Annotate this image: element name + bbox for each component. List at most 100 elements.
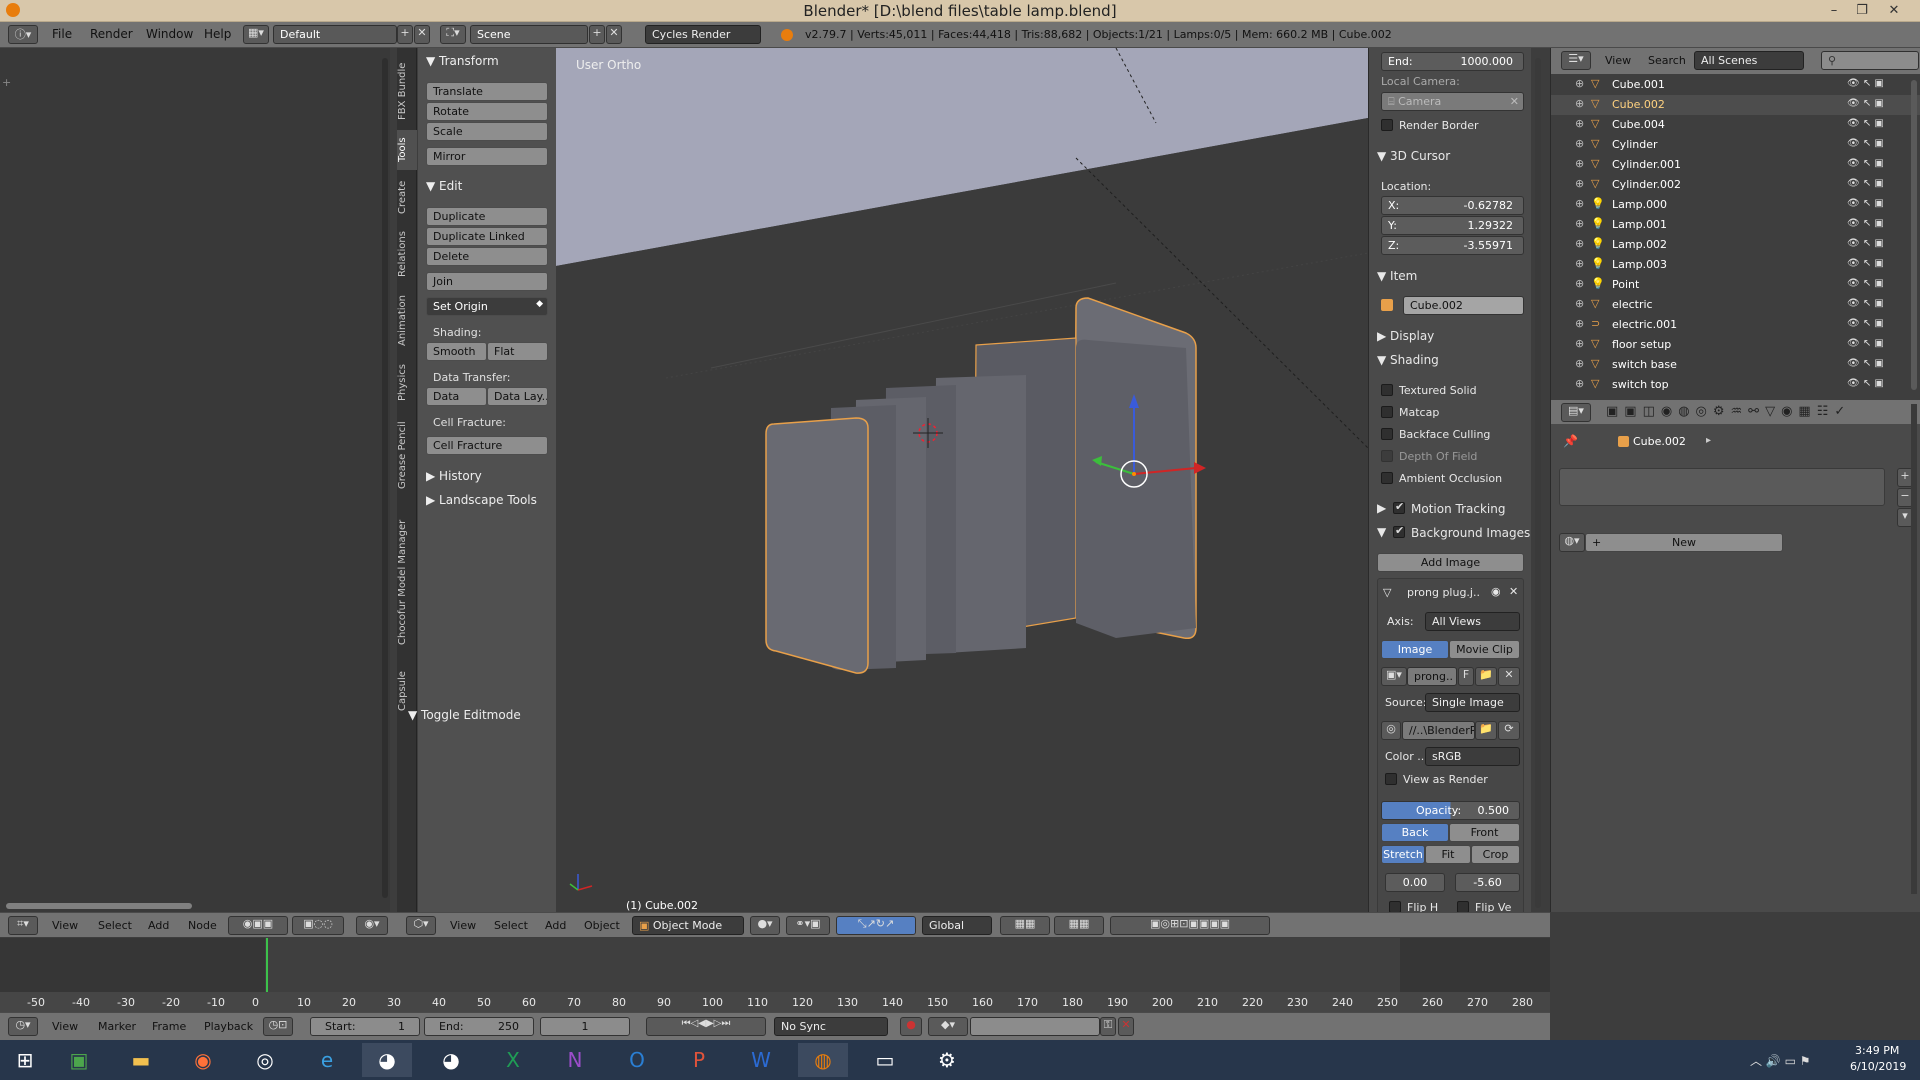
windows-start-icon[interactable]: ⊞ <box>0 1043 50 1077</box>
outliner-row[interactable]: ⊕ ▽ electric 👁 ↖ ▣ <box>1551 295 1920 315</box>
tab-physics[interactable]: Physics <box>397 358 417 408</box>
duplicate-linked-button[interactable]: Duplicate Linked <box>426 227 548 246</box>
node-shader-icons[interactable]: ▣◌◌ <box>292 916 344 935</box>
toggle-editmode-header[interactable]: ▼ Toggle Editmode <box>408 708 521 722</box>
node-view-menu[interactable]: View <box>52 919 78 932</box>
insert-key-icon[interactable]: ⚿ <box>1100 1017 1116 1036</box>
settings-icon[interactable]: ⚙ <box>922 1043 972 1077</box>
node-editor-type-icon[interactable]: ⌗▾ <box>8 916 38 935</box>
background-images-header[interactable]: ▼ <box>1377 525 1386 539</box>
region-toggle-icon[interactable]: + <box>2 76 11 89</box>
matcap-checkbox[interactable] <box>1381 406 1393 418</box>
outliner-item-name[interactable]: switch top <box>1612 378 1669 391</box>
open-image-icon[interactable]: 📁 <box>1475 667 1497 686</box>
expand-icon[interactable]: ⊕ <box>1575 177 1584 190</box>
landscape-tools-header[interactable]: ▶ Landscape Tools <box>426 493 537 507</box>
outliner-item-name[interactable]: Cube.001 <box>1612 78 1665 91</box>
layout-field[interactable]: Default <box>273 25 397 44</box>
image-collapse-icon[interactable]: ▽ <box>1383 586 1391 599</box>
pivot-point-icon[interactable]: ⚭▾▣ <box>786 916 830 935</box>
visibility-icons[interactable]: 👁 ↖ ▣ <box>1847 258 1884 269</box>
close-icon[interactable]: ✕ <box>1880 0 1908 22</box>
view3d-editor-type-icon[interactable]: ⬡▾ <box>406 916 436 935</box>
image-visibility-icon[interactable]: ◉ <box>1491 585 1501 598</box>
display-header[interactable]: ▶ Display <box>1377 329 1434 343</box>
node-editor-area[interactable]: + <box>0 48 390 912</box>
expand-icon[interactable]: ⊕ <box>1575 217 1584 230</box>
menu-help[interactable]: Help <box>204 27 231 41</box>
cursor-z-field[interactable]: Z: -3.55971 <box>1381 236 1524 255</box>
tab-grease-pencil[interactable]: Grease Pencil <box>397 412 417 498</box>
outliner-item-name[interactable]: electric <box>1612 298 1653 311</box>
scale-button[interactable]: Scale <box>426 122 548 141</box>
expand-icon[interactable]: ⊕ <box>1575 257 1584 270</box>
shading-header[interactable]: ▼ Shading <box>1377 353 1439 367</box>
outliner-row[interactable]: ⊕ ▽ Cylinder.001 👁 ↖ ▣ <box>1551 155 1920 175</box>
view3d-add-menu[interactable]: Add <box>545 919 566 932</box>
powerpoint-icon[interactable]: P <box>674 1043 724 1077</box>
menu-render[interactable]: Render <box>90 27 133 41</box>
outliner-row[interactable]: ⊕ 💡 Lamp.001 👁 ↖ ▣ <box>1551 215 1920 235</box>
item-name-field[interactable]: Cube.002 <box>1403 296 1524 315</box>
material-slot-list[interactable] <box>1559 468 1885 506</box>
outliner-item-name[interactable]: Lamp.002 <box>1612 238 1667 251</box>
expand-icon[interactable]: ⊕ <box>1575 77 1584 90</box>
cursor-y-field[interactable]: Y: 1.29322 <box>1381 216 1524 235</box>
history-header[interactable]: ▶ History <box>426 469 482 483</box>
axis-select[interactable]: All Views <box>1425 612 1520 631</box>
visibility-icons[interactable]: 👁 ↖ ▣ <box>1847 98 1884 109</box>
tab-relations[interactable]: Relations <box>397 224 417 284</box>
outliner-item-name[interactable]: Lamp.000 <box>1612 198 1667 211</box>
outliner-row[interactable]: ⊕ ⊃ electric.001 👁 ↖ ▣ <box>1551 315 1920 335</box>
outliner-item-name[interactable]: Cylinder.002 <box>1612 178 1681 191</box>
expand-icon[interactable]: ⊕ <box>1575 97 1584 110</box>
node-select-menu[interactable]: Select <box>98 919 132 932</box>
timeline[interactable]: -50 -40 -30 -20 -10 0 10 20 30 40 50 60 70 80 90 100 110… <box>0 938 1550 1012</box>
outliner-editor-icon[interactable]: ☰▾ <box>1561 51 1591 70</box>
node-type-icons[interactable]: ◉▣▣ <box>228 916 288 935</box>
expand-icon[interactable]: ⊕ <box>1575 377 1584 390</box>
current-frame-field[interactable]: 1 <box>540 1017 630 1036</box>
rotate-button[interactable]: Rotate <box>426 102 548 121</box>
opacity-slider[interactable]: Opacity: 0.500 <box>1381 801 1520 820</box>
cell-fracture-button[interactable]: Cell Fracture <box>426 436 548 455</box>
node-add-menu[interactable]: Add <box>148 919 169 932</box>
blender-taskbar-icon[interactable]: ◍ <box>798 1043 848 1077</box>
stretch-button[interactable]: Stretch <box>1381 845 1425 864</box>
outliner-search-field[interactable]: ⚲ <box>1821 51 1919 70</box>
node-node-menu[interactable]: Node <box>188 919 217 932</box>
viewport-snapping-icons[interactable]: ▣◎⊞⊡▣▣▣▣ <box>1110 916 1270 935</box>
outliner-row[interactable]: ⊕ ▽ Cube.002 👁 ↖ ▣ <box>1551 95 1920 115</box>
outliner-row[interactable]: ⊕ 💡 Lamp.003 👁 ↖ ▣ <box>1551 255 1920 275</box>
outliner-item-name[interactable]: floor setup <box>1612 338 1671 351</box>
material-browse-icon[interactable]: ◍▾ <box>1559 533 1585 552</box>
image-filepath-field[interactable]: //..\BlenderR.. <box>1402 721 1475 740</box>
timeline-view-menu[interactable]: View <box>52 1020 78 1033</box>
smooth-button[interactable]: Smooth <box>426 342 487 361</box>
end-frame-field[interactable]: End: 250 <box>424 1017 534 1036</box>
expand-icon[interactable]: ⊕ <box>1575 157 1584 170</box>
set-origin-select[interactable]: Set Origin ◆ <box>426 297 548 316</box>
camera-field[interactable]: ⌸ Camera ✕ <box>1381 92 1524 111</box>
outliner-row[interactable]: ⊕ ▽ floor setup 👁 ↖ ▣ <box>1551 335 1920 355</box>
layout-icon[interactable]: ▦▾ <box>243 25 269 44</box>
preview-range-icon[interactable]: ◷⊡ <box>263 1017 293 1036</box>
playback-controls[interactable]: ⏮◁◀▶▷⏭ <box>646 1017 766 1036</box>
pin-icon[interactable]: 📌 <box>1563 434 1578 448</box>
viewport-shading-icon[interactable]: ●▾ <box>750 916 780 935</box>
onenote-icon[interactable]: N <box>550 1043 600 1077</box>
outliner-row[interactable]: ⊕ 💡 Lamp.002 👁 ↖ ▣ <box>1551 235 1920 255</box>
depth-of-field-checkbox[interactable] <box>1381 450 1393 462</box>
scene-icon[interactable]: ⛶▾ <box>440 25 466 44</box>
3d-cursor-header[interactable]: ▼ 3D Cursor <box>1377 149 1450 163</box>
sync-mode-select[interactable]: No Sync <box>774 1017 888 1036</box>
visibility-icons[interactable]: 👁 ↖ ▣ <box>1847 278 1884 289</box>
transform-orientation-select[interactable]: Global <box>922 916 992 935</box>
visibility-icons[interactable]: 👁 ↖ ▣ <box>1847 198 1884 209</box>
timeline-marker-menu[interactable]: Marker <box>98 1020 136 1033</box>
tab-fbx-bundle[interactable]: FBX Bundle <box>397 56 417 126</box>
add-layout-icon[interactable]: + <box>397 25 413 44</box>
add-image-button[interactable]: Add Image <box>1377 553 1524 572</box>
visibility-icons[interactable]: 👁 ↖ ▣ <box>1847 158 1884 169</box>
front-button[interactable]: Front <box>1449 823 1520 842</box>
